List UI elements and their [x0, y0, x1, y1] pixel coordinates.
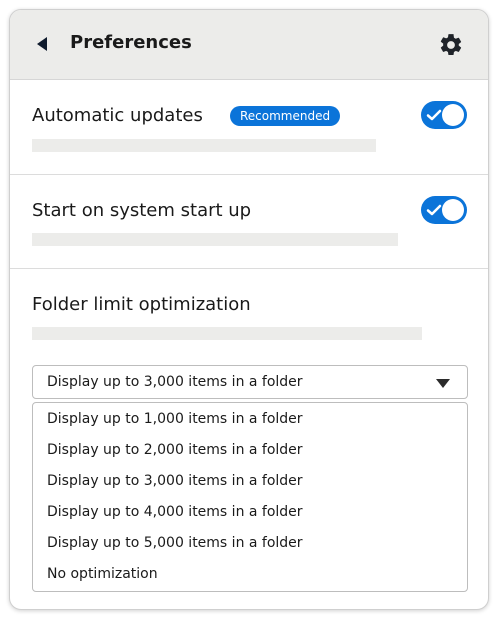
dropdown-option[interactable]: Display up to 3,000 items in a folder: [47, 473, 303, 489]
dropdown-option[interactable]: Display up to 5,000 items in a folder: [47, 535, 303, 551]
folder-limit-options: Display up to 1,000 items in a folder Di…: [32, 402, 468, 592]
setting-title: Start on system start up: [32, 200, 252, 221]
setting-title: Folder limit optimization: [32, 294, 251, 315]
check-icon: [426, 204, 442, 216]
recommended-badge: Recommended: [230, 106, 341, 126]
description-placeholder: [32, 233, 398, 246]
setting-automatic-updates: Automatic updates Recommended: [10, 80, 488, 175]
dropdown-option[interactable]: Display up to 2,000 items in a folder: [47, 442, 303, 458]
dropdown-option[interactable]: No optimization: [47, 566, 158, 582]
toggle-knob: [442, 199, 464, 221]
back-arrow-icon[interactable]: [37, 37, 47, 51]
check-icon: [426, 109, 442, 121]
page-title: Preferences: [70, 32, 192, 53]
toggle-knob: [442, 104, 464, 126]
automatic-updates-toggle[interactable]: [421, 101, 467, 129]
dropdown-option[interactable]: Display up to 4,000 items in a folder: [47, 504, 303, 520]
select-value: Display up to 3,000 items in a folder: [47, 374, 303, 390]
folder-limit-select[interactable]: Display up to 3,000 items in a folder: [32, 365, 468, 399]
setting-start-on-startup: Start on system start up: [10, 175, 488, 269]
gear-icon[interactable]: [438, 32, 464, 58]
dropdown-option[interactable]: Display up to 1,000 items in a folder: [47, 411, 303, 427]
description-placeholder: [32, 327, 422, 340]
description-placeholder: [32, 139, 376, 152]
header-bar: Preferences: [10, 10, 488, 80]
preferences-panel: Preferences Automatic updates Recommende…: [9, 9, 489, 610]
setting-title: Automatic updates: [32, 105, 203, 126]
start-on-startup-toggle[interactable]: [421, 196, 467, 224]
chevron-down-icon: [436, 379, 450, 388]
